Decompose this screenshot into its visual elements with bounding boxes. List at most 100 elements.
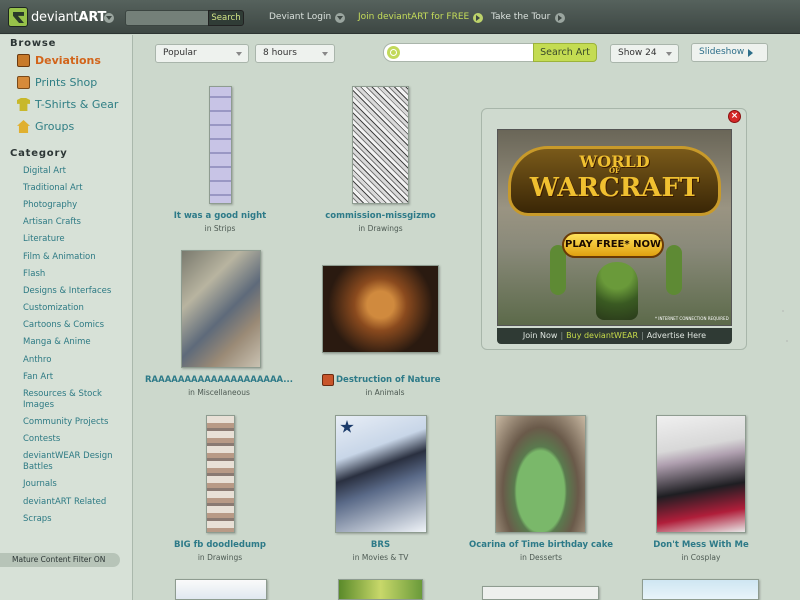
sidebar-item-label: Deviations	[35, 54, 101, 67]
category-link[interactable]: Artisan Crafts	[23, 217, 123, 228]
logo-dropdown-icon[interactable]	[104, 13, 114, 23]
sidebar-item-label: Prints Shop	[35, 76, 98, 89]
buy-deviantwear-link[interactable]: Buy deviantWEAR	[566, 331, 638, 340]
login-dropdown-icon[interactable]	[335, 13, 345, 23]
search-icon	[387, 46, 400, 59]
deviation-title[interactable]: RAAAAAAAAAAAAAAAAAAAA...	[140, 375, 298, 385]
advertise-here-link[interactable]: Advertise Here	[647, 331, 706, 340]
top-search-button[interactable]: Search	[208, 10, 244, 26]
join-link[interactable]: Join deviantART for FREE	[358, 12, 469, 22]
deviantart-logo-icon[interactable]	[8, 7, 28, 27]
deviation-title[interactable]: Destruction of Nature	[336, 375, 444, 385]
category-link[interactable]: Journals	[23, 479, 123, 490]
mature-filter-toggle[interactable]: Mature Content Filter ON	[0, 553, 120, 567]
deviation-thumbnail[interactable]	[175, 579, 267, 600]
sidebar: Browse Deviations Prints Shop T-Shirts &…	[0, 35, 133, 600]
deviation-category[interactable]: in Miscellaneous	[140, 388, 298, 397]
art-search-input[interactable]	[383, 43, 535, 62]
show-count-value: Show 24	[618, 48, 657, 58]
deviant-login-link[interactable]: Deviant Login	[269, 12, 331, 22]
tshirt-icon	[17, 98, 30, 111]
category-link[interactable]: Community Projects	[23, 417, 123, 428]
category-link[interactable]: Contests	[23, 434, 123, 445]
deviation-category[interactable]: in Desserts	[462, 553, 620, 562]
sort-value: Popular	[163, 48, 197, 58]
category-link[interactable]: Resources & Stock Images	[23, 389, 123, 411]
deviation-category[interactable]: in Strips	[150, 224, 290, 233]
deviation-thumbnail[interactable]	[335, 415, 427, 533]
timeframe-value: 8 hours	[263, 48, 297, 58]
category-link[interactable]: Photography	[23, 200, 123, 211]
deviation-category[interactable]: in Cosplay	[630, 553, 772, 562]
category-link[interactable]: Customization	[23, 303, 123, 314]
ad-banner[interactable]: WORLD OF WARCRAFT PLAY FREE* NOW * INTER…	[497, 129, 732, 326]
deviation-title[interactable]: It was a good night	[150, 211, 290, 221]
chevron-down-icon	[666, 52, 672, 56]
tour-link[interactable]: Take the Tour	[491, 12, 550, 22]
category-link[interactable]: Flash	[23, 269, 123, 280]
chevron-down-icon	[322, 52, 328, 56]
prints-icon	[17, 76, 30, 89]
category-link[interactable]: Film & Animation	[23, 252, 123, 263]
warcraft-emblem: WORLD OF WARCRAFT	[508, 146, 721, 216]
deviation-title[interactable]: commission-missgizmo	[310, 211, 451, 221]
decoration	[786, 340, 788, 342]
category-link[interactable]: Traditional Art	[23, 183, 123, 194]
category-link[interactable]: deviantART Related	[23, 497, 123, 508]
deviation-thumbnail[interactable]	[322, 265, 439, 353]
sidebar-item-label: T-Shirts & Gear	[35, 98, 119, 111]
deviation-thumbnail[interactable]	[352, 86, 409, 204]
category-link[interactable]: Scraps	[23, 514, 123, 525]
slideshow-button[interactable]: Slideshow	[691, 43, 768, 62]
search-art-button[interactable]: Search Art	[533, 43, 597, 62]
browse-heading: Browse	[10, 38, 57, 49]
join-now-link[interactable]: Join Now	[523, 331, 558, 340]
close-icon[interactable]: ×	[728, 110, 741, 123]
deviation-title[interactable]: Don't Mess With Me	[630, 540, 772, 550]
gift-icon	[322, 374, 334, 386]
play-icon	[748, 49, 753, 57]
category-link[interactable]: deviantWEAR Design Battles	[23, 451, 123, 473]
join-arrow-icon[interactable]	[473, 13, 483, 23]
category-link[interactable]: Manga & Anime	[23, 337, 123, 348]
decoration	[782, 310, 784, 312]
tour-arrow-icon[interactable]	[555, 13, 565, 23]
category-link[interactable]: Cartoons & Comics	[23, 320, 123, 331]
logo-text[interactable]: deviantART	[31, 10, 106, 25]
deviation-thumbnail[interactable]	[338, 579, 423, 600]
deviation-thumbnail[interactable]	[181, 250, 261, 368]
deviation-title[interactable]: BRS	[310, 540, 451, 550]
sidebar-item-label: Groups	[35, 120, 75, 133]
show-count-select[interactable]: Show 24	[610, 44, 679, 63]
category-heading: Category	[10, 148, 68, 159]
deviation-category[interactable]: in Animals	[310, 388, 460, 397]
top-bar: deviantART Search Deviant Login Join dev…	[0, 0, 800, 34]
category-link[interactable]: Designs & Interfaces	[23, 286, 123, 297]
category-link[interactable]: Fan Art	[23, 372, 123, 383]
deviation-thumbnail[interactable]	[656, 415, 746, 533]
deviation-thumbnail[interactable]	[482, 586, 599, 600]
top-search-input[interactable]	[125, 10, 210, 26]
chevron-down-icon	[236, 52, 242, 56]
deviation-thumbnail[interactable]	[495, 415, 586, 533]
deviations-icon	[17, 54, 30, 67]
ad-fine-print: * INTERNET CONNECTION REQUIRED	[655, 316, 729, 321]
category-link[interactable]: Anthro	[23, 355, 123, 366]
orc-figure	[596, 262, 638, 320]
orc-arm	[666, 245, 682, 295]
deviation-category[interactable]: in Drawings	[310, 224, 451, 233]
deviation-title[interactable]: Ocarina of Time birthday cake	[462, 540, 620, 550]
sort-select[interactable]: Popular	[155, 44, 249, 63]
deviation-title[interactable]: BIG fb doodledump	[150, 540, 290, 550]
category-link[interactable]: Literature	[23, 234, 123, 245]
deviation-thumbnail[interactable]	[206, 415, 235, 533]
ad-links-bar: Join Now | Buy deviantWEAR | Advertise Here	[497, 328, 732, 344]
category-link[interactable]: Digital Art	[23, 166, 123, 177]
deviation-category[interactable]: in Drawings	[150, 553, 290, 562]
timeframe-select[interactable]: 8 hours	[255, 44, 335, 63]
play-free-now-button[interactable]: PLAY FREE* NOW	[562, 232, 664, 258]
deviation-thumbnail[interactable]	[209, 86, 232, 204]
deviation-thumbnail[interactable]	[642, 579, 759, 600]
groups-icon	[17, 120, 30, 133]
deviation-category[interactable]: in Movies & TV	[310, 553, 451, 562]
